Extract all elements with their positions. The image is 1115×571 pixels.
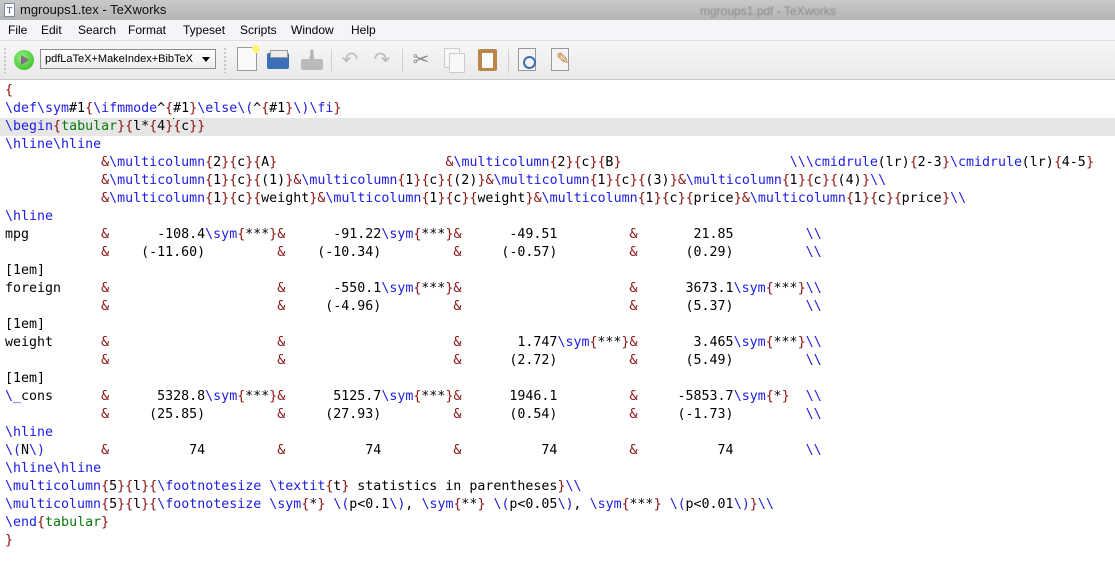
code-line[interactable]: [1em] (0, 316, 1115, 334)
code-line-text[interactable]: [1em] (5, 316, 45, 334)
code-line-text[interactable]: & & & (2.72) & (5.49) \\ (5, 352, 822, 370)
code-line-text[interactable]: &\multicolumn{1}{c}{(1)}&\multicolumn{1}… (5, 172, 886, 190)
code-line[interactable]: foreign & & -550.1\sym{***}& & 3673.1\sy… (0, 280, 1115, 298)
replace-icon[interactable] (548, 47, 572, 73)
code-line[interactable]: & (-11.60) & (-10.34) & (-0.57) & (0.29)… (0, 244, 1115, 262)
toolbar-separator (331, 49, 332, 73)
save-icon[interactable] (300, 47, 324, 73)
code-line-text[interactable]: weight & & & 1.747\sym{***}& 3.465\sym{*… (5, 334, 822, 352)
code-line[interactable]: & (25.85) & (27.93) & (0.54) & (-1.73) \… (0, 406, 1115, 424)
code-line[interactable]: \end{tabular} \end{tabular} (0, 514, 1115, 532)
undo-icon[interactable]: ↶ (338, 47, 362, 73)
code-line-text[interactable]: \multicolumn{5}{l}{\footnotesize \textit… (5, 478, 581, 496)
code-line-text[interactable]: \(N\) & 74 & 74 & 74 & 74 \\ (5, 442, 822, 460)
code-line-text[interactable]: \hline (5, 424, 53, 442)
code-line[interactable]: \multicolumn{5}{l}{\footnotesize \textit… (0, 478, 1115, 496)
code-line[interactable]: \def\sym#1{\ifmmode^{#1}\else\(^{#1}\)\f… (0, 100, 1115, 118)
code-line[interactable]: \multicolumn{5}{l}{\footnotesize \sym{*}… (0, 496, 1115, 514)
code-line-text[interactable]: { (5, 82, 13, 100)
code-line[interactable]: \begin{tabular}{l*{4}{c}} \begin{tabular}… (0, 118, 1115, 136)
menu-edit[interactable]: Edit (41, 23, 62, 37)
typeset-engine-value: pdfLaTeX+MakeIndex+BibTeX (45, 53, 193, 65)
cut-icon[interactable]: ✂ (409, 47, 433, 73)
code-line[interactable]: &\multicolumn{1}{c}{(1)}&\multicolumn{1}… (0, 172, 1115, 190)
code-line[interactable]: \hline\hline \hline\hline (0, 460, 1115, 478)
window-title: mgroups1.tex - TeXworks (20, 2, 167, 17)
menu-search[interactable]: Search (78, 23, 116, 37)
code-line[interactable]: mpg & -108.4\sym{***}& -91.22\sym{***}& … (0, 226, 1115, 244)
code-line-text[interactable]: [1em] (5, 262, 45, 280)
find-icon[interactable] (515, 47, 539, 73)
code-line-text[interactable]: & & (-4.96) & & (5.37) \\ (5, 298, 822, 316)
code-line-text[interactable]: foreign & & -550.1\sym{***}& & 3673.1\sy… (5, 280, 822, 298)
toolbar-grip[interactable] (224, 47, 226, 73)
menu-typeset[interactable]: Typeset (183, 23, 225, 37)
menu-file[interactable]: File (8, 23, 27, 37)
code-line[interactable]: \_cons & 5328.8\sym{***}& 5125.7\sym{***… (0, 388, 1115, 406)
code-line[interactable]: \hline \hline (0, 424, 1115, 442)
code-line[interactable]: & & (-4.96) & & (5.37) \\ & & & & \\ (0, 298, 1115, 316)
code-line[interactable]: &\multicolumn{2}{c}{A} &\multicolumn{2}{… (0, 154, 1115, 172)
new-document-icon[interactable] (237, 45, 260, 71)
code-line[interactable]: }} (0, 532, 1115, 550)
code-line[interactable]: &\multicolumn{1}{c}{weight}&\multicolumn… (0, 190, 1115, 208)
code-line[interactable]: \hline\hline \hline\hline (0, 136, 1115, 154)
code-line[interactable]: \(N\) & 74 & 74 & 74 & 74 \\ \( \) & & & … (0, 442, 1115, 460)
code-line-text[interactable]: \hline\hline (5, 460, 101, 478)
code-line-text[interactable]: \end{tabular} (5, 514, 109, 532)
background-window-title[interactable]: mgroups1.pdf - TeXworks (700, 4, 836, 18)
code-line-text[interactable]: & (-11.60) & (-10.34) & (-0.57) & (0.29)… (5, 244, 822, 262)
paste-icon[interactable] (476, 47, 500, 73)
typeset-engine-select[interactable]: pdfLaTeX+MakeIndex+BibTeX (40, 49, 216, 69)
code-line-text[interactable]: & (25.85) & (27.93) & (0.54) & (-1.73) \… (5, 406, 822, 424)
toolbar-separator (508, 49, 509, 73)
code-line-text[interactable]: \def\sym#1{\ifmmode^{#1}\else\(^{#1}\)\f… (5, 100, 341, 118)
open-folder-icon[interactable] (266, 47, 290, 73)
code-line[interactable]: weight & & & 1.747\sym{***}& 3.465\sym{*… (0, 334, 1115, 352)
code-line-text[interactable]: \begin{tabular}{l*{4}{c}} (5, 118, 205, 136)
code-line-text[interactable]: \_cons & 5328.8\sym{***}& 5125.7\sym{***… (5, 388, 822, 406)
typeset-run-icon[interactable] (14, 50, 34, 70)
code-editor[interactable]: {{\def\sym#1{\ifmmode^{#1}\else\(^{#1}\)… (0, 82, 1115, 571)
toolbar: pdfLaTeX+MakeIndex+BibTeX ↶ ↷ ✂ (0, 41, 1115, 80)
toolbar-separator (402, 49, 403, 73)
code-line-text[interactable]: [1em] (5, 370, 45, 388)
menu-help[interactable]: Help (351, 23, 376, 37)
code-line[interactable]: & & & (2.72) & (5.49) \\ & & & & \\ (0, 352, 1115, 370)
menu-scripts[interactable]: Scripts (240, 23, 277, 37)
code-line[interactable]: [1em] (0, 262, 1115, 280)
document-icon: T (4, 3, 15, 17)
toolbar-grip[interactable] (4, 47, 6, 73)
code-line-text[interactable]: \multicolumn{5}{l}{\footnotesize \sym{*}… (5, 496, 774, 514)
code-line-text[interactable]: \hline\hline (5, 136, 101, 154)
menu-bar: File Edit Search Format Typeset Scripts … (0, 20, 1115, 41)
code-line[interactable]: \hline \hline (0, 208, 1115, 226)
code-line-text[interactable]: &\multicolumn{2}{c}{A} &\multicolumn{2}{… (5, 154, 1094, 172)
code-line[interactable]: {{ (0, 82, 1115, 100)
code-line-text[interactable]: } (5, 532, 13, 550)
menu-format[interactable]: Format (128, 23, 166, 37)
code-line-text[interactable]: &\multicolumn{1}{c}{weight}&\multicolumn… (5, 190, 966, 208)
code-line-text[interactable]: \hline (5, 208, 53, 226)
copy-icon[interactable] (442, 47, 466, 73)
code-line[interactable]: [1em] (0, 370, 1115, 388)
menu-window[interactable]: Window (291, 23, 334, 37)
chevron-down-icon (202, 57, 210, 62)
title-bar: T mgroups1.tex - TeXworks mgroups1.pdf -… (0, 0, 1115, 20)
code-line-text[interactable]: mpg & -108.4\sym{***}& -91.22\sym{***}& … (5, 226, 822, 244)
redo-icon[interactable]: ↷ (370, 47, 394, 73)
